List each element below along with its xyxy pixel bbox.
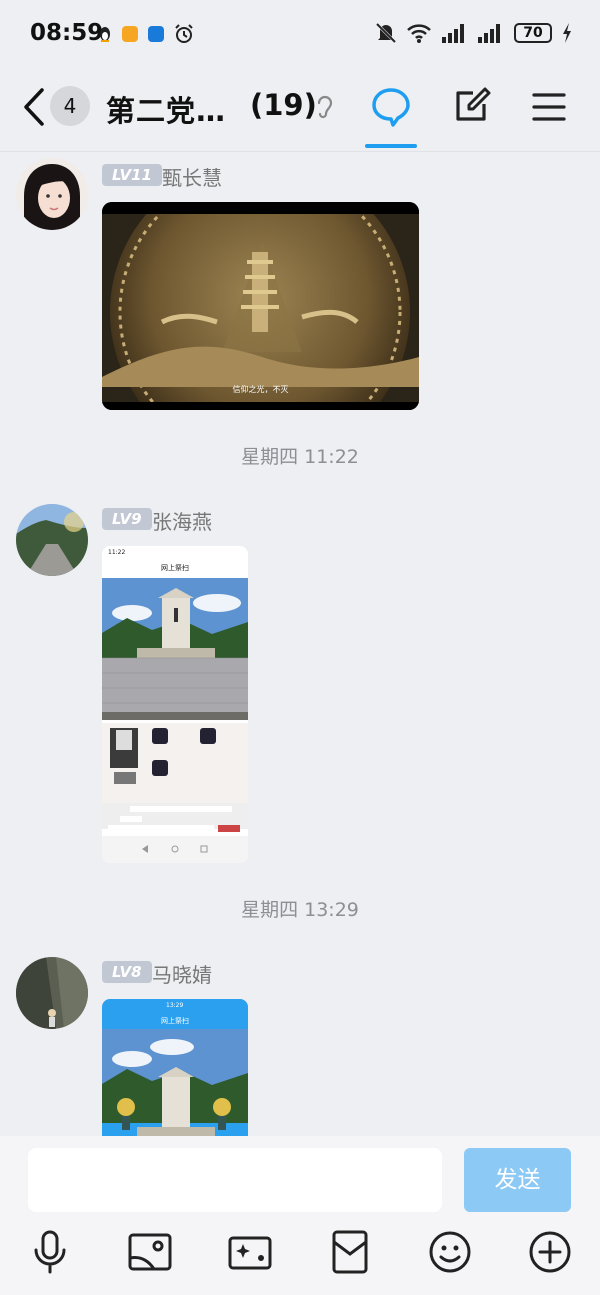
- chat-bubble-icon[interactable]: [370, 86, 412, 128]
- video-caption: 信仰之光，不灭: [232, 385, 289, 394]
- input-toolbar: [0, 1228, 600, 1288]
- signal-icon-2: [478, 24, 500, 43]
- send-button[interactable]: 发送: [464, 1148, 571, 1212]
- camera-sparkle-icon[interactable]: [226, 1228, 274, 1276]
- level-badge: LV8: [102, 961, 152, 983]
- sender-name: 张海燕: [152, 510, 212, 534]
- time-divider: 星期四 11:22: [241, 446, 359, 468]
- avatar[interactable]: [16, 957, 88, 1029]
- menu-icon[interactable]: [532, 92, 566, 122]
- avatar[interactable]: [16, 504, 88, 576]
- status-time: 08:59: [30, 20, 104, 46]
- app-notification-icon-2: [148, 26, 164, 42]
- status-app-icons: [98, 24, 194, 44]
- edit-note-icon[interactable]: [454, 86, 492, 124]
- level-badge: LV9: [102, 508, 152, 530]
- group-member-count: (19): [250, 88, 317, 122]
- back-arrow-icon[interactable]: [20, 86, 52, 128]
- time-divider: 星期四 13:29: [241, 899, 359, 921]
- status-bar: 08:59 70: [0, 0, 600, 66]
- screenshot-message[interactable]: 11:22 网上祭扫: [102, 546, 248, 863]
- microphone-icon[interactable]: [26, 1228, 74, 1276]
- battery-indicator: 70: [514, 23, 552, 43]
- status-right: 70: [376, 22, 572, 44]
- screenshot-title: 网上祭扫: [161, 564, 189, 572]
- video-message[interactable]: 信仰之光，不灭: [102, 202, 419, 410]
- message-input[interactable]: [28, 1148, 442, 1212]
- group-title[interactable]: 第二党…: [106, 88, 226, 130]
- screenshot-status-bar: 13:29: [166, 1002, 184, 1009]
- screenshot-title: 网上祭扫: [161, 1017, 189, 1025]
- qq-penguin-icon: [100, 27, 110, 42]
- avatar[interactable]: [16, 158, 88, 230]
- active-tab-underline: [365, 144, 417, 148]
- red-envelope-icon[interactable]: [326, 1228, 374, 1276]
- sender-name: 马晓婧: [152, 963, 212, 987]
- charging-icon: [563, 23, 571, 43]
- add-more-icon[interactable]: [526, 1228, 574, 1276]
- screenshot-status-bar: 11:22: [108, 549, 126, 556]
- signal-icon: [442, 24, 464, 43]
- level-badge: LV11: [102, 164, 162, 186]
- mute-bell-icon: [376, 22, 396, 44]
- chat-header: 4 第二党… (19): [0, 66, 600, 152]
- screenshot-message[interactable]: 13:29 网上祭扫: [102, 999, 248, 1136]
- wifi-icon: [407, 24, 431, 43]
- unread-count-badge[interactable]: 4: [50, 86, 90, 126]
- app-notification-icon: [122, 26, 138, 42]
- image-icon[interactable]: [126, 1228, 174, 1276]
- sender-name: 甄长慧: [162, 166, 222, 190]
- emoji-icon[interactable]: [426, 1228, 474, 1276]
- earpiece-mode-icon: [317, 95, 333, 119]
- message-input-bar: 发送: [0, 1136, 600, 1295]
- alarm-clock-icon: [175, 24, 193, 43]
